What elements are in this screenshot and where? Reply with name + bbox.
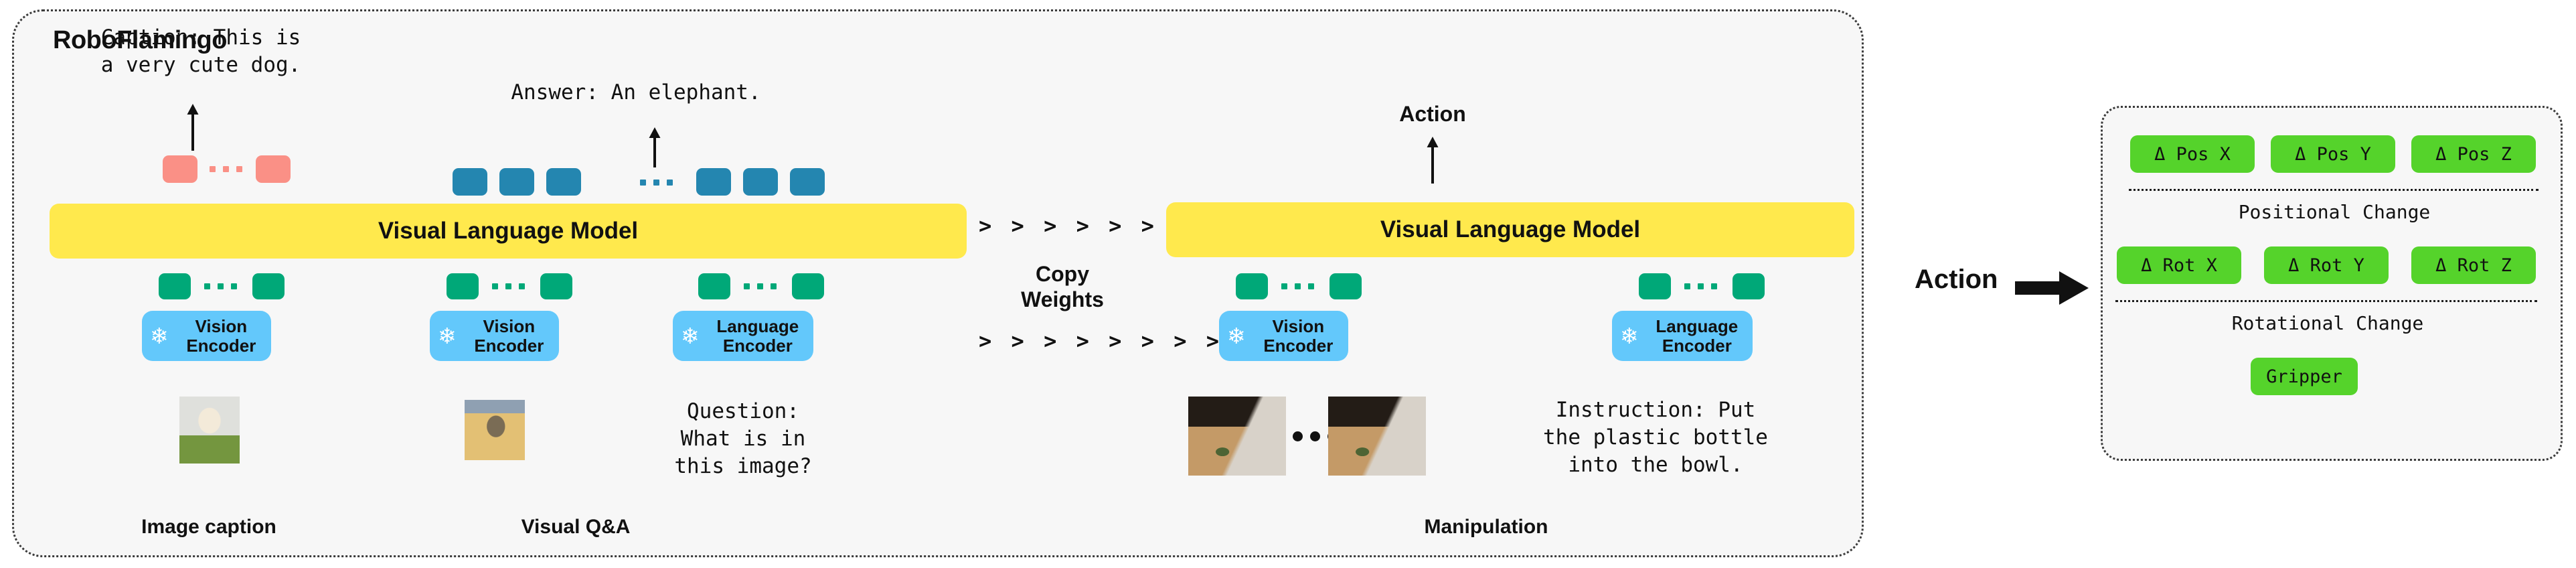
token-chip [1639, 273, 1671, 299]
divider-positional [2129, 189, 2539, 191]
token-chip [743, 168, 778, 196]
token-chip [540, 273, 572, 299]
action-chip-rot-y[interactable]: Δ Rot Y [2264, 246, 2389, 284]
token-chip [1733, 273, 1765, 299]
instruction-input-text: Instruction: Put the plastic bottle into… [1543, 398, 1768, 477]
encoder-label: Vision Encoder [1263, 315, 1334, 356]
answer-up-arrow-icon [649, 127, 661, 167]
token-chip [163, 155, 197, 183]
action-chip-pos-z[interactable]: Δ Pos Z [2411, 135, 2536, 173]
token-chip [698, 273, 730, 299]
right-arrow-icon [2015, 271, 2089, 305]
token-chip [1330, 273, 1362, 299]
token-chip [453, 168, 487, 196]
ellipsis-dots [204, 283, 237, 289]
action-chip-pos-x[interactable]: Δ Pos X [2130, 135, 2255, 173]
token-chip [499, 168, 534, 196]
action-chip-rot-z[interactable]: Δ Rot Z [2411, 246, 2536, 284]
ellipsis-dots [492, 283, 525, 289]
snowflake-icon: ❄ [1620, 324, 1639, 348]
token-chip [790, 168, 825, 196]
elephant-thumbnail [465, 400, 525, 460]
token-chip [1236, 273, 1268, 299]
action-output-text: Action [1399, 102, 1466, 126]
encoder-label: Language Encoder [1656, 315, 1739, 356]
encoder-label: Vision Encoder [474, 315, 544, 356]
snowflake-icon: ❄ [438, 324, 457, 348]
copy-weights-chevrons-bottom: > > > > > > > > > [979, 328, 1255, 354]
question-input-text: Question: What is in this image? [674, 399, 812, 478]
language-encoder-box-vqa: ❄ Language Encoder [673, 311, 813, 361]
group-label-positional: Positional Change [2238, 201, 2431, 223]
vlm-bar-right: Visual Language Model [1166, 202, 1854, 257]
ellipsis-dots [1684, 283, 1717, 289]
token-chip [546, 168, 581, 196]
dog-thumbnail [179, 397, 240, 464]
group-label-rotational: Rotational Change [2231, 312, 2424, 334]
ellipsis-dots [1281, 283, 1314, 289]
language-encoder-box-manipulation: ❄ Language Encoder [1612, 311, 1753, 361]
ellipsis-dots [210, 166, 242, 172]
token-chip [256, 155, 291, 183]
token-chip [696, 168, 731, 196]
snowflake-icon: ❄ [150, 324, 169, 348]
encoder-label: Vision Encoder [186, 315, 256, 356]
copy-weights-label-line1: Copy [1036, 262, 1089, 286]
stage-label-manipulation: Manipulation [1424, 516, 1548, 538]
copy-weights-label-line2: Weights [1021, 287, 1104, 311]
stage-label-image-caption: Image caption [141, 516, 276, 538]
vision-encoder-box-manipulation: ❄ Vision Encoder [1219, 311, 1348, 361]
action-chip-rot-x[interactable]: Δ Rot X [2117, 246, 2241, 284]
ellipsis-dots [640, 180, 673, 186]
robot-arm-thumbnail [1188, 397, 1286, 476]
token-chip [792, 273, 824, 299]
vlm-bar-left: Visual Language Model [50, 204, 967, 259]
vision-encoder-box-caption: ❄ Vision Encoder [142, 311, 271, 361]
divider-rotational [2115, 300, 2537, 302]
stage-label-visual-qa: Visual Q&A [521, 516, 631, 538]
token-chip [252, 273, 285, 299]
token-chip [159, 273, 191, 299]
manipulation-up-arrow-icon [1427, 137, 1439, 184]
answer-output-text: Answer: An elephant. [511, 80, 761, 104]
caption-up-arrow-icon [187, 104, 199, 151]
action-chip-gripper[interactable]: Gripper [2251, 358, 2358, 395]
snowflake-icon: ❄ [1227, 324, 1246, 348]
snowflake-icon: ❄ [681, 324, 700, 348]
robot-arm-thumbnail [1328, 397, 1426, 476]
vision-encoder-box-vqa: ❄ Vision Encoder [430, 311, 559, 361]
ellipsis-dots [744, 283, 777, 289]
caption-output-text: Caption: This is a very cute dog. [100, 25, 301, 77]
action-chip-pos-y[interactable]: Δ Pos Y [2271, 135, 2395, 173]
encoder-label: Language Encoder [716, 315, 799, 356]
action-output-label: Action [1915, 265, 1998, 294]
token-chip [447, 273, 479, 299]
